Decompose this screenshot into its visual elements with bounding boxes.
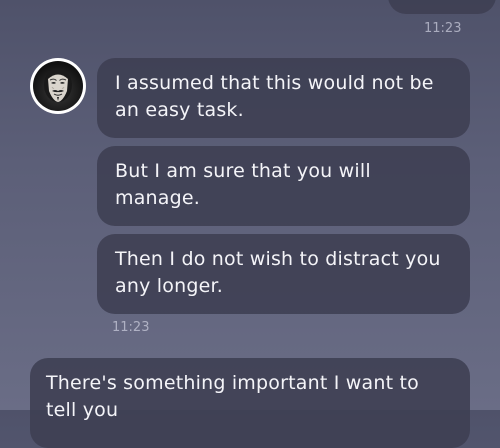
message-timestamp-incoming: 11:23 (112, 320, 150, 335)
message-text: But I am sure that you will manage. (115, 160, 371, 209)
contact-avatar[interactable] (30, 58, 86, 114)
incoming-message-bubble[interactable]: But I am sure that you will manage. (97, 146, 470, 226)
outgoing-message-bubble-bottom[interactable]: There's something important I want to te… (30, 358, 470, 448)
anonymous-mask-icon (33, 61, 83, 111)
outgoing-message-bubble-top[interactable] (388, 0, 496, 14)
message-timestamp-top: 11:23 (424, 21, 462, 36)
message-text: There's something important I want to te… (46, 372, 419, 421)
message-text: I assumed that this would not be an easy… (115, 72, 434, 121)
incoming-message-bubble[interactable]: Then I do not wish to distract you any l… (97, 234, 470, 314)
incoming-message-bubble[interactable]: I assumed that this would not be an easy… (97, 58, 470, 138)
message-text: Then I do not wish to distract you any l… (115, 248, 441, 297)
